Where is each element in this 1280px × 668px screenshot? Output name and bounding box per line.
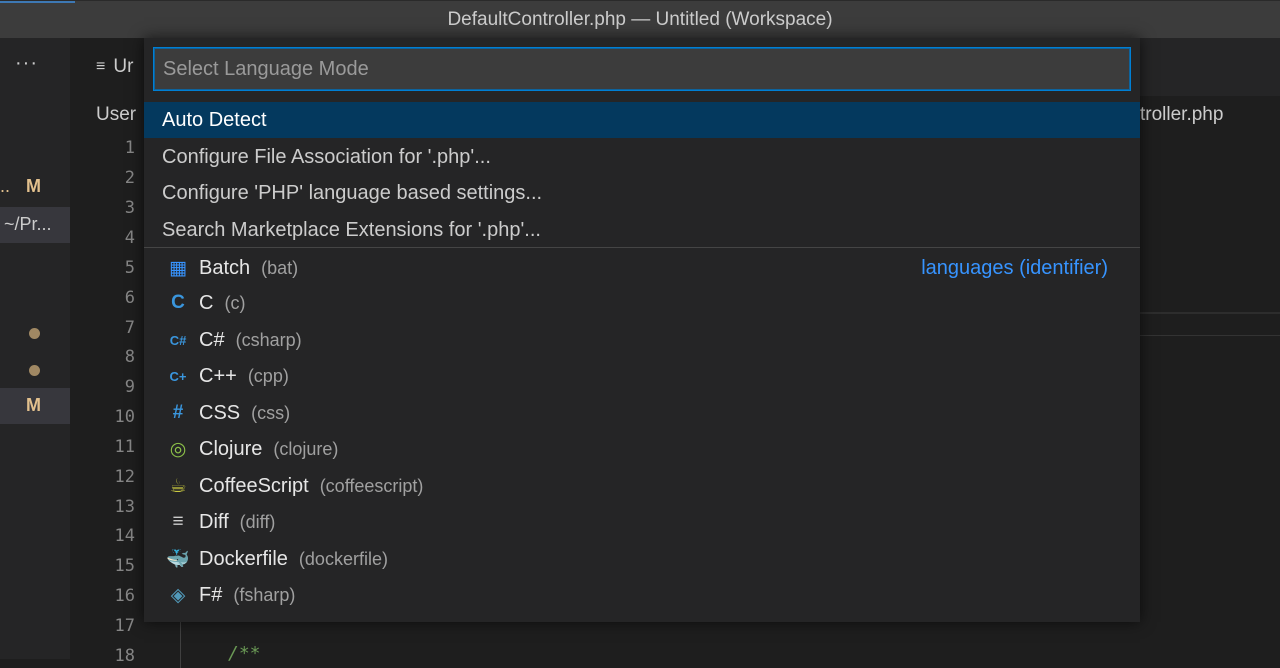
language-identifier: (csharp) xyxy=(235,329,302,350)
title-bar: DefaultController.php — Untitled (Worksp… xyxy=(0,0,1280,38)
unsaved-dot-icon xyxy=(29,328,40,339)
language-name: Dockerfile xyxy=(199,547,288,570)
editor-ruler xyxy=(1140,335,1280,336)
line-number: 4 xyxy=(124,228,135,248)
language-identifier: (bat) xyxy=(261,257,299,278)
language-name: Clojure xyxy=(199,437,263,460)
language-item[interactable]: C+ C++ (cpp) xyxy=(144,358,1140,394)
clojure-icon: ◎ xyxy=(169,438,187,460)
coffee-cup-icon: ☕ xyxy=(169,475,187,497)
language-identifier: (clojure) xyxy=(273,438,339,459)
language-identifier: (diff) xyxy=(239,511,276,532)
css-hash-icon: # xyxy=(172,402,184,423)
quick-pick-item-search-marketplace[interactable]: Search Marketplace Extensions for '.php'… xyxy=(144,212,1140,248)
line-number: 9 xyxy=(124,377,135,397)
docker-whale-icon: 🐳 xyxy=(166,549,190,570)
language-identifier: (fsharp) xyxy=(233,584,296,605)
language-item[interactable]: ☕ CoffeeScript (coffeescript) xyxy=(144,468,1140,504)
unsaved-dot-icon xyxy=(29,365,40,376)
tab-label: Ur xyxy=(113,56,134,77)
language-item[interactable]: ◈ F# (fsharp) xyxy=(144,577,1140,613)
line-number: 8 xyxy=(124,347,135,367)
quick-pick-item-auto-detect[interactable]: Auto Detect xyxy=(144,102,1140,138)
language-name: Batch xyxy=(199,256,251,279)
windows-icon: ▦ xyxy=(169,257,187,279)
language-identifier: (css) xyxy=(251,402,291,423)
modified-badge: M xyxy=(26,395,41,415)
modified-badge: M xyxy=(26,176,41,196)
line-number: 14 xyxy=(114,526,135,546)
quick-pick-item-configure-settings[interactable]: Configure 'PHP' language based settings.… xyxy=(144,175,1140,211)
sidebar-path-row[interactable]: ~/Pr... xyxy=(0,207,70,243)
language-name: C# xyxy=(199,328,225,351)
language-identifier: (cpp) xyxy=(247,365,289,386)
language-identifier: (dockerfile) xyxy=(298,548,388,569)
breadcrumb[interactable]: User xyxy=(96,104,136,126)
language-name: Diff xyxy=(199,510,229,533)
language-name: C++ xyxy=(199,364,237,387)
line-number: 17 xyxy=(114,616,135,636)
language-identifier: (coffeescript) xyxy=(319,475,424,496)
language-item[interactable]: 🐳 Dockerfile (dockerfile) xyxy=(144,541,1140,577)
line-number: 11 xyxy=(114,437,135,457)
language-name: CoffeeScript xyxy=(199,474,309,497)
language-item[interactable]: ≡ Diff (diff) xyxy=(144,504,1140,540)
line-number: 10 xyxy=(114,407,135,427)
language-name: F# xyxy=(199,583,223,606)
group-detail-label: languages (identifier) xyxy=(921,256,1108,279)
line-number: 15 xyxy=(114,556,135,576)
fsharp-icon: ◈ xyxy=(170,584,186,606)
line-number: 1 xyxy=(124,138,135,158)
window-title: DefaultController.php — Untitled (Worksp… xyxy=(447,8,833,30)
line-number: 5 xyxy=(124,258,135,278)
language-search-input[interactable] xyxy=(153,47,1131,91)
editor-ruler xyxy=(1140,312,1280,314)
language-item[interactable]: C C (c) xyxy=(144,285,1140,321)
language-mode-quick-pick: Auto Detect Configure File Association f… xyxy=(144,38,1140,622)
line-number: 6 xyxy=(124,288,135,308)
explorer-sidebar: ··· .. M ~/Pr... M xyxy=(0,38,70,659)
quick-pick-separator xyxy=(144,247,1140,248)
item-label: Auto Detect xyxy=(162,108,267,131)
quick-pick-item-configure-association[interactable]: Configure File Association for '.php'... xyxy=(144,139,1140,175)
title-accent-line xyxy=(0,1,75,3)
breadcrumb-filename[interactable]: troller.php xyxy=(1140,104,1223,126)
line-number: 12 xyxy=(114,467,135,487)
item-label: Configure 'PHP' language based settings.… xyxy=(162,181,543,204)
language-name: C xyxy=(199,291,214,314)
language-identifier: (c) xyxy=(224,292,246,313)
item-label: Configure File Association for '.php'... xyxy=(162,145,491,168)
line-number: 2 xyxy=(124,168,135,188)
language-item[interactable]: # CSS (css) xyxy=(144,395,1140,431)
more-actions-icon[interactable]: ··· xyxy=(15,52,38,75)
sidebar-path: ~/Pr... xyxy=(4,214,52,234)
language-item[interactable]: ◎ Clojure (clojure) xyxy=(144,431,1140,467)
truncated-filename: .. xyxy=(0,176,11,196)
csharp-icon: C# xyxy=(169,332,187,348)
line-number: 3 xyxy=(124,198,135,218)
line-number: 16 xyxy=(114,586,135,606)
cpp-icon: C+ xyxy=(169,368,187,384)
sidebar-file-row[interactable]: .. M xyxy=(0,169,70,205)
lines-icon: ≡ xyxy=(172,511,184,532)
sidebar-file-row[interactable]: M xyxy=(0,388,70,424)
language-item[interactable]: ▦ Batch (bat) languages (identifier) xyxy=(144,250,1140,286)
c-icon: C xyxy=(171,292,185,313)
item-label: Search Marketplace Extensions for '.php'… xyxy=(162,218,541,241)
lines-icon: ≡ xyxy=(96,58,106,75)
language-name: CSS xyxy=(199,401,241,424)
line-number: 18 xyxy=(114,646,135,666)
line-number: 13 xyxy=(114,497,135,517)
line-number: 7 xyxy=(124,318,135,338)
language-item[interactable]: C# C# (csharp) xyxy=(144,322,1140,358)
code-comment[interactable]: /** xyxy=(228,643,261,664)
